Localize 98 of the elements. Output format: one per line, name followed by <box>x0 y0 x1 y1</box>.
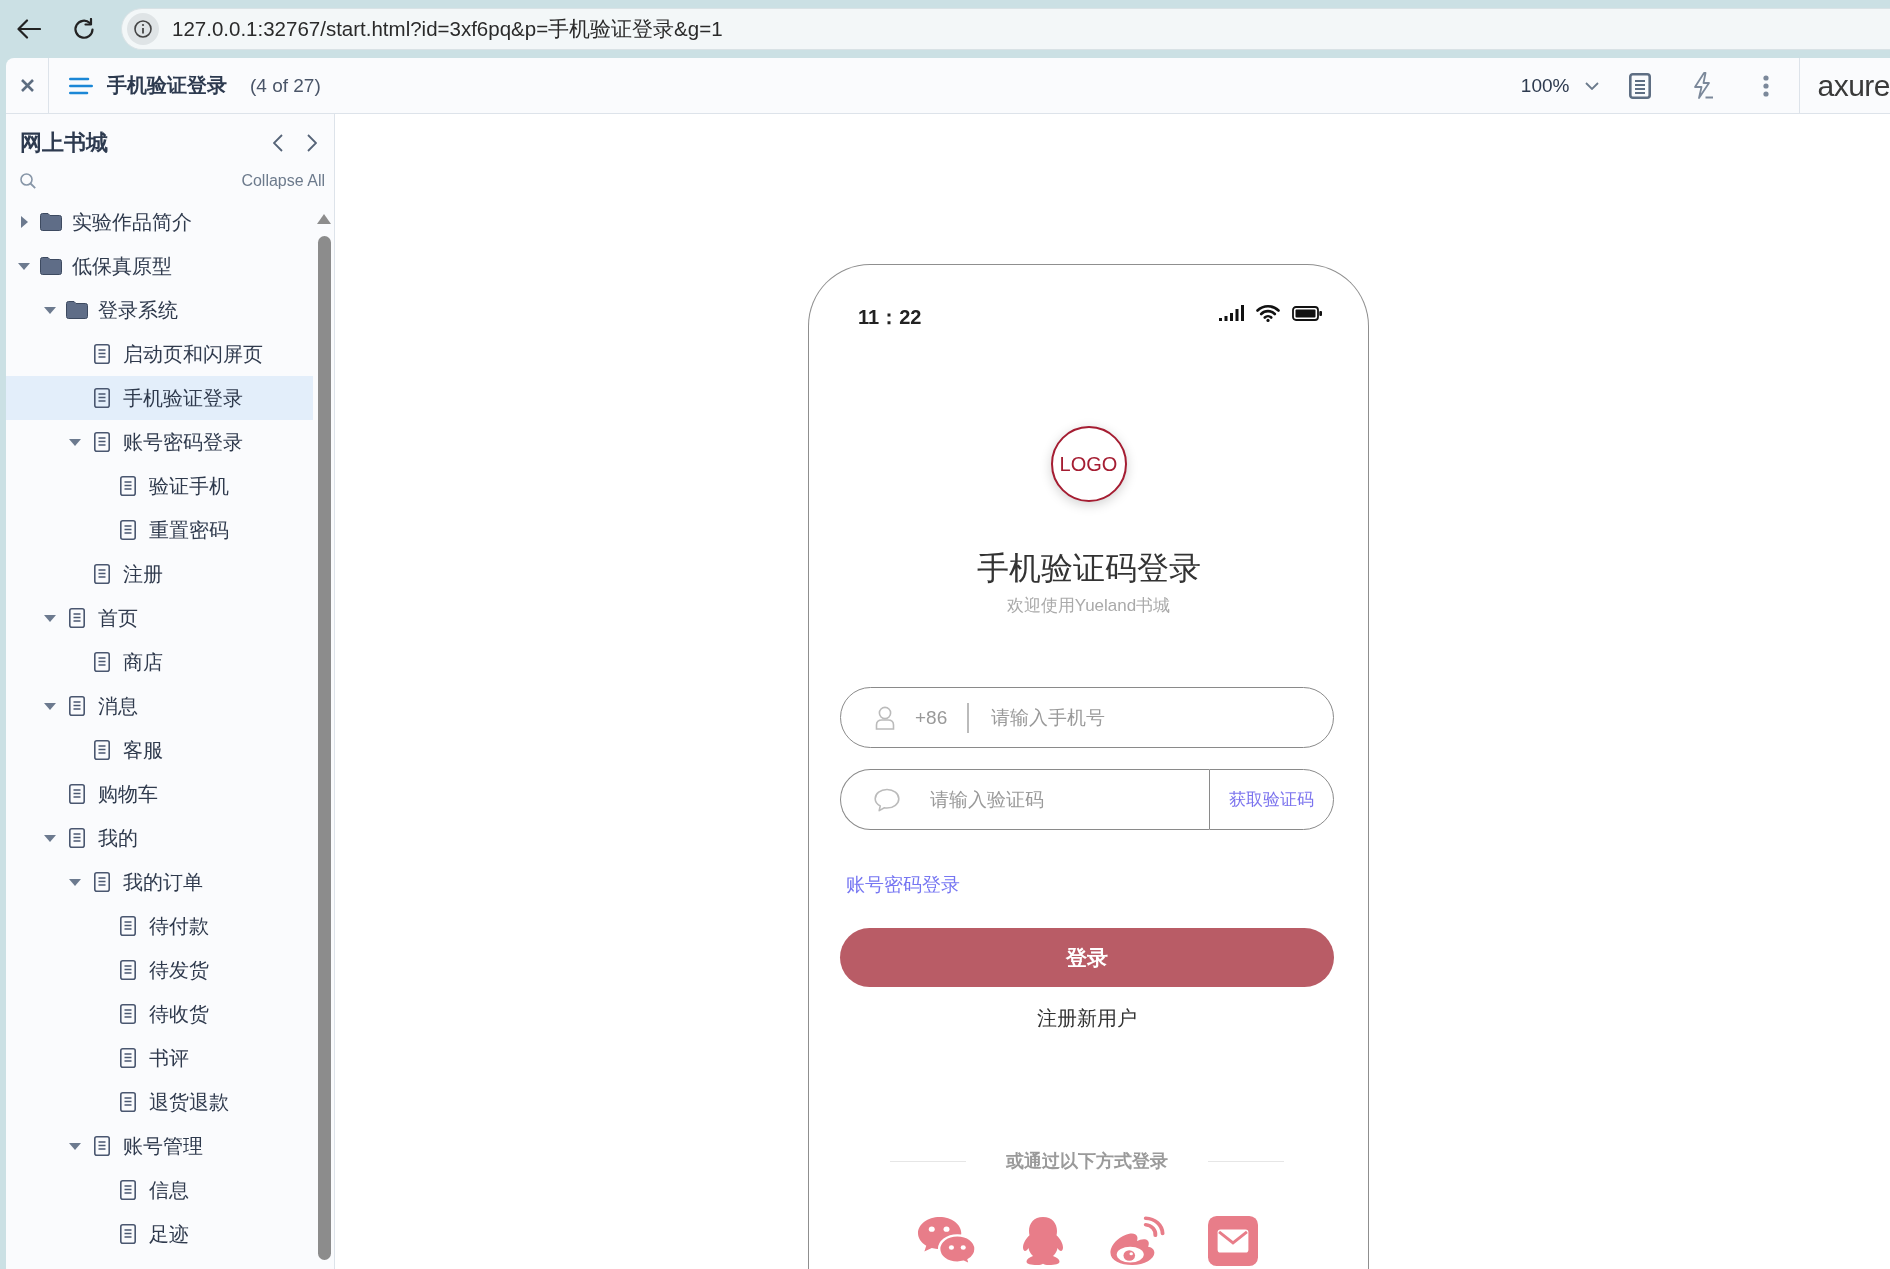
page-icon <box>119 1092 136 1112</box>
page-icon <box>94 872 110 892</box>
page-tree-item[interactable]: 启动页和闪屏页 <box>6 332 313 376</box>
page-icon <box>68 608 85 628</box>
page-tree-item[interactable]: 验证手机 <box>6 464 313 508</box>
user-icon <box>875 705 895 730</box>
caret-down-icon[interactable] <box>69 878 81 886</box>
page-tree-item[interactable]: 待收货 <box>6 992 313 1036</box>
page-icon <box>119 960 136 980</box>
back-arrow-icon[interactable] <box>17 19 41 39</box>
menu-icon[interactable] <box>69 76 93 95</box>
page-tree-item[interactable]: 重置密码 <box>6 508 313 552</box>
page-icon <box>119 1224 136 1244</box>
caret-down-icon[interactable] <box>43 702 56 710</box>
page-tree-item[interactable]: 注册 <box>6 552 313 596</box>
brand-logo[interactable]: axure <box>1817 68 1890 103</box>
scrollbar-thumb[interactable] <box>317 236 331 1260</box>
page-tree-item[interactable]: 消息 <box>6 684 313 728</box>
mail-icon[interactable] <box>1207 1216 1258 1266</box>
battery-icon <box>1292 305 1322 321</box>
page-icon <box>94 344 110 364</box>
page-tree-item[interactable]: 低保真原型 <box>6 244 313 288</box>
login-title: 手机验证码登录 <box>976 549 1201 588</box>
caret-right-icon[interactable] <box>20 216 28 228</box>
get-code-button[interactable]: 获取验证码 <box>1209 769 1334 830</box>
status-time: 11：22 <box>858 305 922 329</box>
caret-down-icon[interactable] <box>69 1142 81 1150</box>
scroll-up-icon[interactable] <box>317 214 331 224</box>
password-login-link[interactable]: 账号密码登录 <box>846 873 960 897</box>
folder-icon <box>40 257 62 275</box>
caret-down-icon[interactable] <box>69 438 81 446</box>
page-tree-item[interactable]: 账号密码登录 <box>6 420 313 464</box>
chat-bubbles-icon[interactable] <box>916 1216 977 1266</box>
chevron-right-icon[interactable] <box>307 134 317 152</box>
page-tree-item[interactable]: 购物车 <box>6 772 313 816</box>
page-tree-item[interactable]: 足迹 <box>6 1212 313 1256</box>
page-icon <box>119 520 136 540</box>
country-code: +86 <box>915 706 948 729</box>
page-icon <box>119 1048 136 1068</box>
chat-bubble-icon <box>874 787 900 812</box>
page-icon <box>68 696 85 716</box>
chevron-down-icon <box>1585 81 1600 90</box>
document-icon[interactable] <box>1629 72 1652 99</box>
sidebar-title: 网上书城 <box>20 129 108 157</box>
page-icon <box>94 564 110 584</box>
page-title: 手机验证登录 <box>107 73 227 98</box>
page-icon <box>119 1180 136 1200</box>
page-icon <box>119 476 136 496</box>
page-icon <box>94 1136 110 1156</box>
caret-down-icon[interactable] <box>43 614 56 622</box>
wifi-icon <box>1256 304 1280 322</box>
signal-icon <box>1219 305 1244 321</box>
folder-icon <box>40 213 62 231</box>
caret-down-icon[interactable] <box>18 262 30 270</box>
caret-down-icon[interactable] <box>43 306 56 314</box>
lightning-icon[interactable] <box>1692 71 1715 100</box>
page-tree-item[interactable]: 客服 <box>6 728 313 772</box>
page-tree-item[interactable]: 首页 <box>6 596 313 640</box>
page-icon <box>94 652 110 672</box>
page-icon <box>94 740 110 760</box>
page-tree-item[interactable]: 退货退款 <box>6 1080 313 1124</box>
page-tree-item[interactable]: 登录系统 <box>6 288 313 332</box>
more-icon[interactable] <box>1763 74 1770 97</box>
page-tree-item[interactable]: 信息 <box>6 1168 313 1212</box>
reload-icon[interactable] <box>73 18 95 40</box>
close-icon[interactable] <box>20 79 34 92</box>
phone-number-input[interactable]: 请输入手机号 <box>990 706 1303 729</box>
page-tree-item[interactable]: 书评 <box>6 1036 313 1080</box>
page-icon <box>119 916 136 936</box>
page-icon <box>119 1004 136 1024</box>
chevron-left-icon[interactable] <box>273 134 283 152</box>
page-tree-item[interactable]: 账号管理 <box>6 1124 313 1168</box>
page-tree-item[interactable]: 我的订单 <box>6 860 313 904</box>
page-icon <box>94 388 110 408</box>
page-tree-item[interactable]: 待发货 <box>6 948 313 992</box>
search-icon[interactable] <box>20 173 36 189</box>
page-position: (4 of 27) <box>250 74 321 97</box>
welcome-subtitle: 欢迎使用Yueland书城 <box>1006 595 1171 617</box>
folder-icon <box>65 301 88 319</box>
zoom-dropdown[interactable]: 100% <box>1520 74 1600 97</box>
verification-code-input[interactable]: 请输入验证码 <box>930 788 1193 811</box>
page-tree-item[interactable]: 我的 <box>6 816 313 860</box>
swirl-eye-icon[interactable] <box>1108 1216 1165 1266</box>
address-bar[interactable]: 127.0.0.1:32767/start.html?id=3xf6pq&p=手机验证登录&g=1 <box>121 8 1890 50</box>
page-tree-item[interactable]: 待付款 <box>6 904 313 948</box>
page-tree-item[interactable]: 商店 <box>6 640 313 684</box>
other-login-label: 或通过以下方式登录 <box>1006 1150 1168 1172</box>
login-button[interactable]: 登录 <box>840 928 1334 987</box>
page-icon <box>68 828 85 848</box>
page-tree-item[interactable]: 手机验证登录 <box>6 376 313 420</box>
info-icon[interactable] <box>127 13 159 45</box>
page-tree-item[interactable]: 实验作品简介 <box>6 200 313 244</box>
register-link[interactable]: 注册新用户 <box>1037 1006 1137 1030</box>
logo: LOGO <box>1050 426 1127 502</box>
page-icon <box>68 784 85 804</box>
collapse-all-button[interactable]: Collapse All <box>241 172 325 190</box>
page-icon <box>94 432 110 452</box>
caret-down-icon[interactable] <box>43 834 56 842</box>
